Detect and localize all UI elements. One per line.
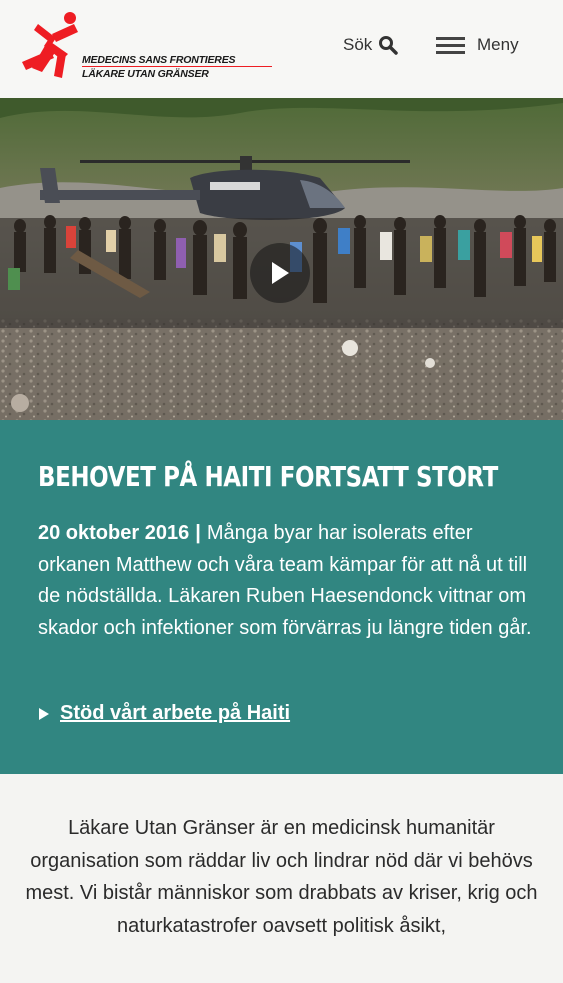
feature-summary: 20 oktober 2016 | Många byar har isolerats… [38,518,538,644]
menu-label: Meny [477,35,519,54]
feature-date: 20 oktober 2016 [38,522,190,544]
hamburger-icon [436,36,465,54]
search-label: Sök [343,35,373,54]
logo-line-2: LÄKARE UTAN GRÄNSER [82,66,272,80]
msf-logo[interactable]: MEDECINS SANS FRONTIERES LÄKARE UTAN GRÄ… [22,10,272,86]
menu-button[interactable]: Meny [436,33,519,57]
search-icon [379,36,399,55]
play-icon [272,262,289,284]
date-separator: | [195,522,201,544]
site-header: MEDECINS SANS FRONTIERES LÄKARE UTAN GRÄ… [0,0,563,98]
about-text: Läkare Utan Gränser är en medicinsk huma… [25,817,538,937]
support-haiti-label: Stöd vårt arbete på Haiti [60,702,291,724]
triangle-right-icon [39,707,49,720]
hero-video[interactable] [0,98,563,420]
feature-block: Behovet på Haiti fortsatt stort 20 oktob… [0,420,563,774]
support-haiti-link[interactable]: Stöd vårt arbete på Haiti [38,702,290,725]
play-video-button[interactable] [250,243,310,303]
feature-headline[interactable]: Behovet på Haiti fortsatt stort [38,460,498,493]
logo-line-1: MEDECINS SANS FRONTIERES [82,54,236,66]
logo-wordmark: MEDECINS SANS FRONTIERES LÄKARE UTAN GRÄ… [82,54,272,80]
search-button[interactable]: Sök [343,33,399,57]
about-intro: Läkare Utan Gränser är en medicinsk huma… [20,812,543,942]
msf-running-man-icon [22,12,78,78]
